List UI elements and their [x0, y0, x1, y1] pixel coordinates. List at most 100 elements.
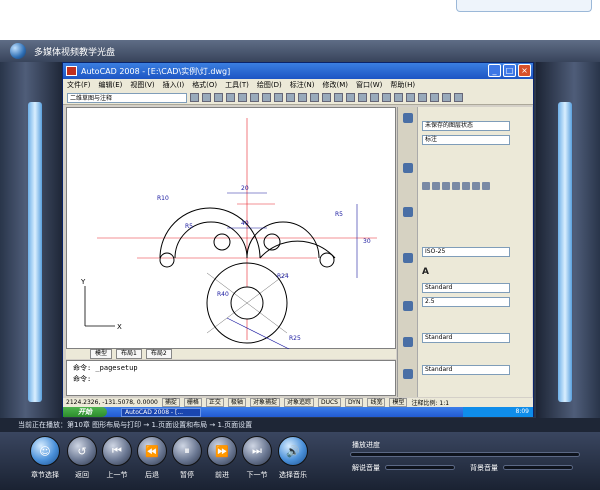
dim-label: 30	[363, 238, 371, 245]
text-height-select[interactable]: 2.5	[422, 297, 510, 307]
markup-icon[interactable]	[430, 93, 439, 102]
tool-palettes-icon[interactable]	[406, 93, 415, 102]
arc-tool-icon[interactable]	[452, 182, 460, 190]
status-lineweight[interactable]: 线宽	[367, 398, 386, 407]
maximize-button[interactable]: □	[503, 64, 516, 77]
undo-icon[interactable]	[310, 93, 319, 102]
gear-icon[interactable]	[190, 93, 199, 102]
status-ortho[interactable]: 正交	[205, 398, 224, 407]
multileader-style-select[interactable]: Standard	[422, 333, 510, 343]
layer-state-select[interactable]: 未保存的图层状态	[422, 121, 510, 131]
forward-button[interactable]: ⏩	[207, 436, 237, 466]
hatch-tool-icon[interactable]	[472, 182, 480, 190]
annotation-scale[interactable]: 注释比例: 1:1	[411, 398, 449, 407]
player-controls: ☺ 章节选择 ↺ 返回 ⏮ 上一节 ⏪ 后退 ⏸ 暂停 ⏩ 前进 ⏭ 下一节 🔊…	[0, 432, 600, 490]
status-polar[interactable]: 极轴	[227, 398, 246, 407]
rewind-button[interactable]: ⏪	[137, 436, 167, 466]
menu-modify[interactable]: 修改(M)	[322, 80, 348, 90]
start-button[interactable]: 开始	[63, 407, 107, 417]
open-icon[interactable]	[214, 93, 223, 102]
cad-status-bar: 2124.2326, -131.5078, 0.0000 捕捉 栅格 正交 极轴…	[63, 398, 533, 407]
dim-label: R5	[335, 211, 343, 218]
circle-tool-icon[interactable]	[442, 182, 450, 190]
table-style-select[interactable]: Standard	[422, 365, 510, 375]
paste-icon[interactable]	[286, 93, 295, 102]
pause-button[interactable]: ⏸	[172, 436, 202, 466]
design-center-icon[interactable]	[394, 93, 403, 102]
left-decor-pillar	[0, 62, 64, 442]
menu-insert[interactable]: 插入(I)	[163, 80, 185, 90]
pause-label: 暂停	[180, 471, 194, 479]
menu-format[interactable]: 格式(O)	[192, 80, 217, 90]
status-grid[interactable]: 栅格	[183, 398, 202, 407]
previous-section-button[interactable]: ⏮	[102, 436, 132, 466]
tab-layout2[interactable]: 布局2	[145, 349, 172, 359]
zoom-icon[interactable]	[346, 93, 355, 102]
copy-icon[interactable]	[274, 93, 283, 102]
menu-tools[interactable]: 工具(T)	[225, 80, 249, 90]
pan-icon[interactable]	[334, 93, 343, 102]
dim-style-row: ISO-25	[422, 247, 510, 257]
menu-dimension[interactable]: 标注(N)	[290, 80, 315, 90]
tab-layout1[interactable]: 布局1	[116, 349, 142, 359]
progress-slider[interactable]	[350, 452, 580, 457]
match-icon[interactable]	[298, 93, 307, 102]
sheet-set-icon[interactable]	[418, 93, 427, 102]
lamp-drawing: R10 R5 R5 40 20 30 R24 R25 R40 Y X	[80, 118, 377, 354]
status-snap[interactable]: 捕捉	[161, 398, 180, 407]
line-tool-icon[interactable]	[422, 182, 430, 190]
return-button[interactable]: ↺	[67, 436, 97, 466]
menu-file[interactable]: 文件(F)	[67, 80, 91, 90]
rectangle-tool-icon[interactable]	[462, 182, 470, 190]
cad-title-bar[interactable]: AutoCAD 2008 - [E:\CAD\实例\灯.dwg] _ □ ×	[63, 63, 533, 79]
chapter-select-button[interactable]: ☺	[30, 436, 60, 466]
video-player: 多媒体视频教学光盘 AutoCAD 2008 - [E:\CAD\实例\灯.dw…	[0, 40, 600, 490]
new-icon[interactable]	[202, 93, 211, 102]
close-button[interactable]: ×	[518, 64, 531, 77]
left-pillar-column	[28, 102, 42, 402]
dim-label: 20	[241, 185, 249, 192]
save-icon[interactable]	[226, 93, 235, 102]
drawing-canvas[interactable]: R10 R5 R5 40 20 30 R24 R25 R40 Y X	[66, 107, 396, 354]
workspace-select[interactable]: 二维草图与注释	[67, 92, 187, 103]
help-icon[interactable]	[454, 93, 463, 102]
next-section-button[interactable]: ⏭	[242, 436, 272, 466]
redo-icon[interactable]	[322, 93, 331, 102]
layer-select[interactable]: 标注	[422, 135, 510, 145]
status-dyn[interactable]: DYN	[344, 398, 364, 407]
minimize-button[interactable]: _	[488, 64, 501, 77]
menu-window[interactable]: 窗口(W)	[356, 80, 382, 90]
zoom-window-icon[interactable]	[358, 93, 367, 102]
command-prompt[interactable]: 命令:	[73, 374, 389, 385]
music-select-button[interactable]: 🔊	[278, 436, 308, 466]
commentary-volume-slider[interactable]	[385, 465, 455, 470]
preview-icon[interactable]	[250, 93, 259, 102]
move-tool-icon[interactable]	[482, 182, 490, 190]
dim-style-select[interactable]: ISO-25	[422, 247, 510, 257]
status-model[interactable]: 模型	[389, 398, 408, 407]
menu-draw[interactable]: 绘图(D)	[257, 80, 282, 90]
text-style-select[interactable]: Standard	[422, 283, 510, 293]
menu-edit[interactable]: 编辑(E)	[99, 80, 123, 90]
command-window[interactable]: 命令: _pagesetup 命令:	[66, 360, 396, 396]
polyline-tool-icon[interactable]	[432, 182, 440, 190]
tab-model[interactable]: 模型	[90, 349, 113, 359]
music-select-label: 选择音乐	[279, 471, 307, 479]
zoom-previous-icon[interactable]	[370, 93, 379, 102]
background-volume-slider[interactable]	[503, 465, 573, 470]
menu-help[interactable]: 帮助(H)	[390, 80, 415, 90]
status-ducs[interactable]: DUCS	[317, 398, 341, 407]
taskbar-autocad-item[interactable]: AutoCAD 2008 - [...	[121, 407, 201, 417]
menu-view[interactable]: 视图(V)	[130, 80, 154, 90]
calculator-icon[interactable]	[442, 93, 451, 102]
left-knob-circle	[213, 233, 231, 251]
status-otrack[interactable]: 对象追踪	[283, 398, 314, 407]
right-pillar-column	[558, 102, 572, 402]
dim-label: R25	[289, 335, 301, 342]
cut-icon[interactable]	[262, 93, 271, 102]
status-osnap[interactable]: 对象捕捉	[249, 398, 280, 407]
print-icon[interactable]	[238, 93, 247, 102]
properties-icon[interactable]	[382, 93, 391, 102]
dim-line-r25	[226, 317, 298, 354]
menu-bar: 文件(F) 编辑(E) 视图(V) 插入(I) 格式(O) 工具(T) 绘图(D…	[63, 79, 533, 91]
